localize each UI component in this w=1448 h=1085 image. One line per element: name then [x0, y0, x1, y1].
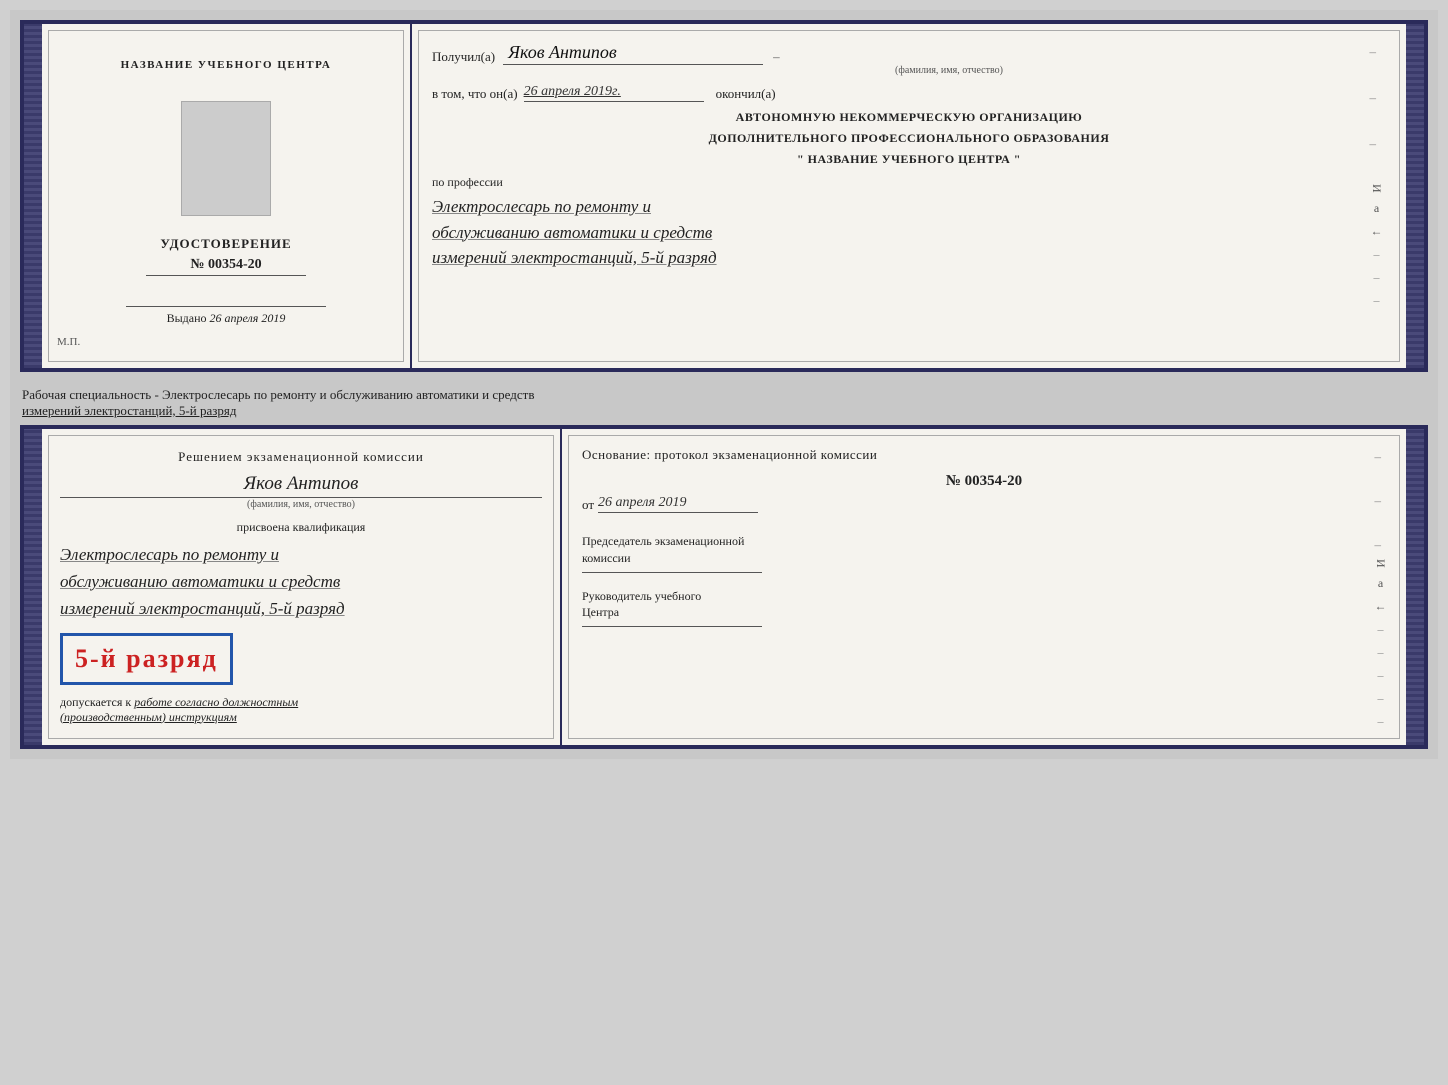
org-line2: ДОПОЛНИТЕЛЬНОГО ПРОФЕССИОНАЛЬНОГО ОБРАЗО…: [432, 131, 1386, 146]
bottom-prof-line2: обслуживанию автоматики и средств: [60, 572, 340, 591]
bottom-profession: Электрослесарь по ремонту и обслуживанию…: [60, 541, 542, 623]
bottom-prof-line3: измерений электростанций, 5-й разряд: [60, 599, 345, 618]
top-right-page: Получил(а) Яков Антипов – (фамилия, имя,…: [412, 24, 1406, 368]
chairman-signature-line: [582, 572, 762, 573]
bottom-date: 26 апреля 2019: [598, 495, 758, 513]
date-prefix: от: [582, 497, 594, 513]
chairman-line2: комиссии: [582, 551, 631, 565]
profession-line2: обслуживанию автоматики и средств: [432, 223, 712, 242]
decision-text: Решением экзаменационной комиссии: [60, 449, 542, 465]
top-document: НАЗВАНИЕ УЧЕБНОГО ЦЕНТРА УДОСТОВЕРЕНИЕ №…: [20, 20, 1428, 372]
strip-а: а: [1374, 201, 1379, 216]
allowed-handwriting2: (производственным) инструкциям: [60, 710, 237, 724]
between-label: Рабочая специальность - Электрослесарь п…: [22, 387, 1426, 419]
certifies-label: в том, что он(а): [432, 86, 518, 102]
br-strip-d4: –: [1378, 691, 1384, 706]
head-line1: Руководитель учебного: [582, 589, 701, 603]
head-signature-line: [582, 626, 762, 627]
bottom-document: Решением экзаменационной комиссии Яков А…: [20, 425, 1428, 749]
between-line2: измерений электростанций, 5-й разряд: [22, 403, 1426, 419]
strip-dash4: –: [1374, 247, 1380, 262]
br-dash1: –: [1375, 449, 1382, 465]
dash3: –: [1370, 136, 1377, 152]
head-label: Руководитель учебного Центра: [582, 588, 1386, 622]
allowed-text: допускается к работе согласно должностны…: [60, 695, 542, 725]
cert-title: УДОСТОВЕРЕНИЕ: [160, 236, 291, 252]
allowed-handwriting: работе согласно должностным: [134, 695, 298, 709]
allowed-prefix: допускается к: [60, 695, 131, 709]
top-right-spine: [1406, 24, 1424, 368]
assigned-label: присвоена квалификация: [60, 520, 542, 535]
certifies-date: 26 апреля 2019г.: [524, 84, 704, 102]
basis-text: Основание: протокол экзаменационной коми…: [582, 447, 1386, 463]
bottom-number: № 00354-20: [582, 473, 1386, 490]
mp-label: М.П.: [57, 336, 80, 348]
chairman-line1: Председатель экзаменационной: [582, 534, 744, 548]
dash1: –: [1370, 44, 1377, 60]
org-quote: " НАЗВАНИЕ УЧЕБНОГО ЦЕНТРА ": [432, 152, 1386, 167]
br-dash2: –: [1375, 493, 1382, 509]
strip-dash5: –: [1374, 270, 1380, 285]
br-dash3: –: [1375, 537, 1382, 553]
bottom-right-page: Основание: протокол экзаменационной коми…: [562, 429, 1406, 745]
org-line1: АВТОНОМНУЮ НЕКОММЕРЧЕСКУЮ ОРГАНИЗАЦИЮ: [432, 110, 1386, 125]
top-left-title: НАЗВАНИЕ УЧЕБНОГО ЦЕНТРА: [121, 59, 332, 71]
cert-issued: Выдано 26 апреля 2019: [57, 311, 395, 326]
profession-line3: измерений электростанций, 5-й разряд: [432, 248, 717, 267]
br-strip-d5: –: [1378, 714, 1384, 729]
bottom-right-spine: [1406, 429, 1424, 745]
between-line1: Рабочая специальность - Электрослесарь п…: [22, 387, 1426, 403]
top-left-page: НАЗВАНИЕ УЧЕБНОГО ЦЕНТРА УДОСТОВЕРЕНИЕ №…: [42, 24, 412, 368]
br-strip-d2: –: [1378, 645, 1384, 660]
name-subtitle-top: (фамилия, имя, отчество): [512, 65, 1386, 76]
head-line2: Центра: [582, 605, 619, 619]
strip-arrow: ←: [1371, 224, 1383, 239]
finished-label: окончил(а): [716, 86, 776, 102]
top-left-spine: [24, 24, 42, 368]
bottom-left-page: Решением экзаменационной комиссии Яков А…: [42, 429, 562, 745]
dash2: –: [1370, 90, 1377, 106]
br-strip-d1: –: [1378, 622, 1384, 637]
bottom-left-spine: [24, 429, 42, 745]
br-strip-arrow: ←: [1375, 599, 1387, 614]
received-label: Получил(а): [432, 49, 495, 65]
cert-number: № 00354-20: [146, 257, 306, 276]
br-strip-а: а: [1378, 576, 1383, 591]
photo-placeholder: [181, 101, 271, 216]
br-strip-d3: –: [1378, 668, 1384, 683]
bottom-name-subtitle: (фамилия, имя, отчество): [60, 499, 542, 510]
issued-label: Выдано: [167, 311, 207, 325]
rank-box: 5-й разряд: [60, 633, 233, 685]
recipient-name: Яков Антипов: [503, 42, 763, 65]
profession-text: Электрослесарь по ремонту и обслуживанию…: [432, 194, 1386, 271]
bottom-person-name: Яков Антипов: [60, 473, 542, 498]
chairman-label: Председатель экзаменационной комиссии: [582, 533, 1386, 567]
bottom-prof-line1: Электрослесарь по ремонту и: [60, 545, 279, 564]
strip-dash6: –: [1374, 293, 1380, 308]
rank-text: 5-й разряд: [75, 644, 218, 673]
strip-И: И: [1369, 184, 1384, 193]
profession-line1: Электрослесарь по ремонту и: [432, 197, 651, 216]
issued-date: 26 апреля 2019: [210, 311, 286, 325]
br-strip-И: И: [1373, 559, 1388, 568]
profession-label: по профессии: [432, 175, 1386, 190]
